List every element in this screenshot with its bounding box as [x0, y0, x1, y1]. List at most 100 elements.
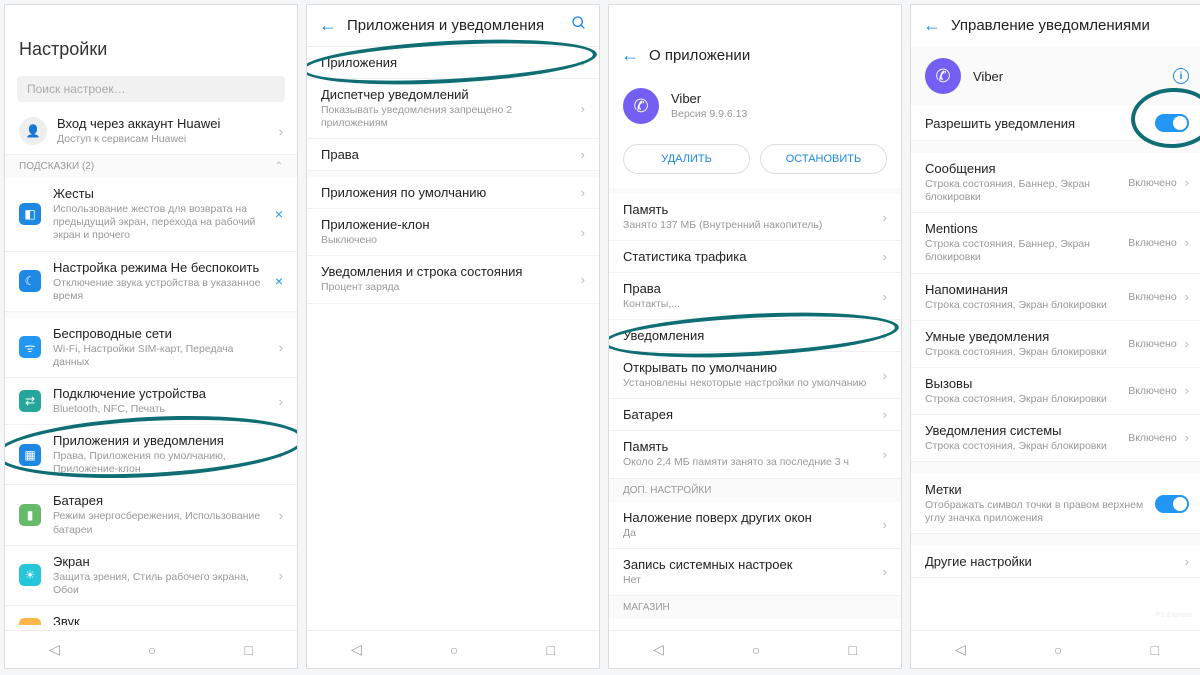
- chevron-right-icon: ›: [581, 185, 585, 200]
- avatar-icon: 👤: [19, 117, 47, 145]
- app-name: Viber: [671, 91, 887, 106]
- item-storage[interactable]: ПамятьЗанято 137 МБ (Внутренний накопите…: [609, 194, 901, 241]
- item-app-twin[interactable]: Приложение-клонВыключено ›: [307, 209, 599, 256]
- chevron-right-icon: ›: [1185, 235, 1189, 250]
- chevron-right-icon: ›: [581, 272, 585, 287]
- item-sound[interactable]: ♪ ЗвукНе беспокоить, Мелодия вызова, Виб…: [5, 606, 297, 625]
- back-arrow-icon[interactable]: ←: [923, 15, 941, 36]
- chevron-right-icon: ›: [1185, 430, 1189, 445]
- item-notif-manager[interactable]: Диспетчер уведомленийПоказывать уведомле…: [307, 79, 599, 139]
- chevron-right-icon: ›: [279, 340, 283, 355]
- item-display[interactable]: ☀ ЭкранЗащита зрения, Стиль рабочего экр…: [5, 546, 297, 606]
- item-battery[interactable]: ▮ БатареяРежим энергосбережения, Использ…: [5, 485, 297, 545]
- chevron-right-icon: ›: [279, 394, 283, 409]
- battery-icon: ▮: [19, 504, 41, 526]
- badges-row[interactable]: МеткиОтображать символ точки в правом ве…: [911, 474, 1200, 534]
- item-status-bar[interactable]: Уведомления и строка состоянияПроцент за…: [307, 256, 599, 303]
- hint-gestures[interactable]: ◧ Жесты Использование жестов для возврат…: [5, 178, 297, 251]
- extra-header: ДОП. НАСТРОЙКИ: [609, 479, 901, 502]
- home-icon[interactable]: ○: [1054, 642, 1062, 658]
- other-settings[interactable]: Другие настройки ›: [911, 546, 1200, 578]
- channel-messages[interactable]: СообщенияСтрока состояния, Баннер, Экран…: [911, 153, 1200, 213]
- android-navbar: ◁ ○ □: [307, 630, 599, 668]
- hint-dnd[interactable]: ☾ Настройка режима Не беспокоить Отключе…: [5, 252, 297, 312]
- recent-icon[interactable]: □: [546, 642, 554, 658]
- header: ← Приложения и уведомления: [307, 5, 599, 47]
- home-icon[interactable]: ○: [148, 642, 156, 658]
- page-title: Приложения и уведомления: [347, 17, 571, 34]
- item-traffic[interactable]: Статистика трафика›: [609, 241, 901, 273]
- back-arrow-icon[interactable]: ←: [319, 15, 337, 36]
- viber-icon: ✆: [623, 88, 659, 124]
- android-navbar: ◁ ○ □: [911, 630, 1200, 668]
- recent-icon[interactable]: □: [848, 642, 856, 658]
- recent-icon[interactable]: □: [244, 642, 252, 658]
- item-wireless[interactable]: ᯤ Беспроводные сетиWi-Fi, Настройки SIM-…: [5, 318, 297, 378]
- chevron-right-icon: ›: [1185, 383, 1189, 398]
- search-input[interactable]: Поиск настроек…: [17, 76, 285, 102]
- app-name: Viber: [973, 69, 1173, 84]
- chevron-right-icon: ›: [1185, 554, 1189, 569]
- chevron-right-icon: ›: [883, 564, 887, 579]
- chevron-right-icon: ›: [883, 289, 887, 304]
- item-default-apps[interactable]: Приложения по умолчанию ›: [307, 177, 599, 209]
- page-title: О приложении: [649, 47, 889, 64]
- channel-mentions[interactable]: MentionsСтрока состояния, Баннер, Экран …: [911, 213, 1200, 273]
- chevron-right-icon: ›: [1185, 175, 1189, 190]
- home-icon[interactable]: ○: [752, 642, 760, 658]
- allow-notifications-row[interactable]: Разрешить уведомления: [911, 106, 1200, 141]
- item-permissions[interactable]: ПраваКонтакты,...›: [609, 273, 901, 320]
- sound-icon: ♪: [19, 618, 41, 625]
- item-open-default[interactable]: Открывать по умолчаниюУстановлены некото…: [609, 352, 901, 399]
- channel-reminders[interactable]: НапоминанияСтрока состояния, Экран блоки…: [911, 274, 1200, 321]
- back-icon[interactable]: ◁: [351, 641, 362, 658]
- home-icon[interactable]: ○: [450, 642, 458, 658]
- back-arrow-icon[interactable]: ←: [621, 45, 639, 66]
- android-navbar: ◁ ○ □: [5, 630, 297, 668]
- chevron-right-icon: ›: [883, 210, 887, 225]
- back-icon[interactable]: ◁: [955, 641, 966, 658]
- sub: Доступ к сервисам Huawei: [57, 133, 273, 146]
- chevron-right-icon: ›: [1185, 336, 1189, 351]
- chevron-right-icon: ›: [279, 621, 283, 625]
- search-icon[interactable]: [571, 15, 587, 36]
- chevron-right-icon: ›: [581, 101, 585, 116]
- item-memory[interactable]: ПамятьОколо 2,4 МБ памяти занято за посл…: [609, 431, 901, 478]
- item-write-settings[interactable]: Запись системных настроекНет›: [609, 549, 901, 596]
- item-overlay[interactable]: Наложение поверх других оконДа›: [609, 502, 901, 549]
- stop-button[interactable]: ОСТАНОВИТЬ: [760, 144, 887, 174]
- screen-settings: Настройки Поиск настроек… 👤 Вход через а…: [4, 4, 298, 669]
- close-icon[interactable]: ×: [275, 273, 283, 289]
- channel-smart[interactable]: Умные уведомленияСтрока состояния, Экран…: [911, 321, 1200, 368]
- chevron-right-icon: ›: [883, 407, 887, 422]
- huawei-account-row[interactable]: 👤 Вход через аккаунт Huawei Доступ к сер…: [5, 108, 297, 155]
- close-icon[interactable]: ×: [275, 206, 283, 222]
- channel-calls[interactable]: ВызовыСтрока состояния, Экран блокировки…: [911, 368, 1200, 415]
- back-icon[interactable]: ◁: [653, 641, 664, 658]
- viber-icon: ✆: [925, 58, 961, 94]
- hints-header[interactable]: ПОДСКАЗКИ (2) ⌃: [5, 155, 297, 178]
- header: ← Управление уведомлениями: [911, 5, 1200, 46]
- app-header: ✆ Viber Версия 9.9.6.13: [609, 76, 901, 136]
- item-battery[interactable]: Батарея›: [609, 399, 901, 431]
- item-device-connection[interactable]: ⇄ Подключение устройстваBluetooth, NFC, …: [5, 378, 297, 425]
- recent-icon[interactable]: □: [1150, 642, 1158, 658]
- info-icon[interactable]: i: [1173, 68, 1189, 84]
- item-apps[interactable]: Приложения ›: [307, 47, 599, 79]
- back-icon[interactable]: ◁: [49, 641, 60, 658]
- item-notifications[interactable]: Уведомления›: [609, 320, 901, 352]
- allow-toggle[interactable]: [1155, 114, 1189, 132]
- label: Вход через аккаунт Huawei: [57, 116, 273, 131]
- page-title: Настройки: [5, 5, 297, 70]
- delete-button[interactable]: УДАЛИТЬ: [623, 144, 750, 174]
- item-permissions[interactable]: Права ›: [307, 139, 599, 171]
- channel-system[interactable]: Уведомления системыСтрока состояния, Экр…: [911, 415, 1200, 462]
- chevron-right-icon: ›: [581, 55, 585, 70]
- chevron-right-icon: ›: [279, 447, 283, 462]
- screen-notification-management: ← Управление уведомлениями ✆ Viber i Раз…: [910, 4, 1200, 669]
- apps-icon: ▦: [19, 444, 41, 466]
- store-header: МАГАЗИН: [609, 596, 901, 619]
- item-apps-notifications[interactable]: ▦ Приложения и уведомленияПрава, Приложе…: [5, 425, 297, 485]
- badges-toggle[interactable]: [1155, 495, 1189, 513]
- chevron-right-icon: ›: [279, 508, 283, 523]
